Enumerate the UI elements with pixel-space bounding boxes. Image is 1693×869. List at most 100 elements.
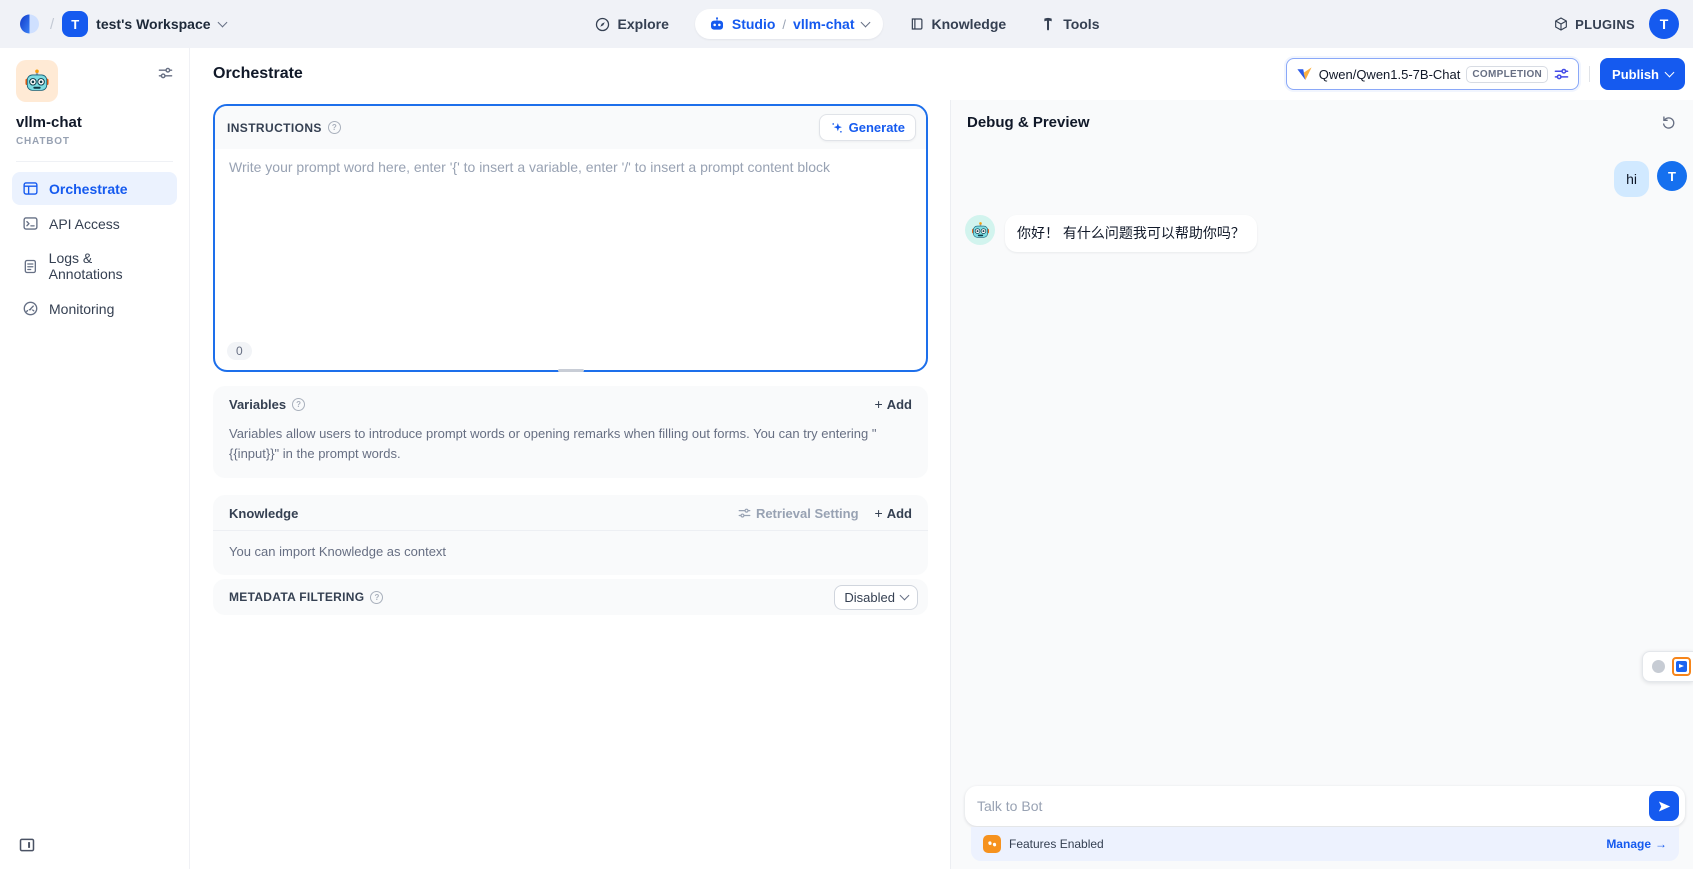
package-icon — [1553, 16, 1569, 32]
chat-message-user: hi T — [951, 161, 1687, 197]
send-button[interactable] — [1649, 791, 1679, 821]
page-title: Orchestrate — [213, 65, 303, 83]
sidebar-item-monitoring[interactable]: Monitoring — [12, 292, 177, 325]
chevron-down-icon[interactable] — [860, 18, 870, 28]
sidebar-item-label: API Access — [49, 216, 120, 232]
nav-item-knowledge[interactable]: Knowledge — [901, 10, 1015, 38]
page-header: Orchestrate Qwen/Qwen1.5-7B-Chat COMPLET… — [190, 48, 1693, 100]
browser-extension-widget[interactable] — [1642, 651, 1693, 682]
plus-icon: + — [875, 505, 883, 521]
model-mode-badge: COMPLETION — [1466, 66, 1548, 83]
orchestrate-panel: INSTRUCTIONS ? Generate — [190, 100, 950, 869]
variables-description: Variables allow users to introduce promp… — [213, 412, 928, 478]
sliders-icon — [738, 507, 751, 520]
help-icon[interactable]: ? — [292, 398, 305, 411]
app-sidebar: vllm-chat CHATBOT Orchestrate — [0, 48, 190, 869]
metadata-filtering-title: METADATA FILTERING — [229, 590, 364, 604]
sidebar-item-api-access[interactable]: API Access — [12, 207, 177, 240]
nav-item-label: Knowledge — [932, 16, 1007, 32]
sidebar-item-logs-annotations[interactable]: Logs & Annotations — [12, 242, 177, 290]
nav-item-studio[interactable]: Studio / vllm-chat — [695, 9, 883, 39]
prompt-editor[interactable] — [229, 159, 912, 342]
knowledge-description: You can import Knowledge as context — [213, 531, 928, 575]
instructions-card: INSTRUCTIONS ? Generate — [213, 104, 928, 372]
variables-header: Variables ? + Add — [213, 386, 928, 412]
collapse-sidebar-button[interactable] — [18, 836, 36, 859]
sliders-icon — [1554, 67, 1569, 82]
nav-separator: / — [50, 16, 54, 33]
bot-chat-avatar — [965, 215, 995, 245]
app-settings-button[interactable] — [158, 66, 173, 86]
nav-item-tools[interactable]: Tools — [1032, 10, 1107, 38]
plus-icon: + — [875, 396, 883, 412]
sidebar-menu: Orchestrate API Access Logs & Annotation… — [0, 172, 189, 325]
metadata-filtering-value: Disabled — [844, 590, 895, 605]
restart-conversation-button[interactable] — [1660, 114, 1677, 131]
nav-item-explore[interactable]: Explore — [586, 10, 677, 39]
workspace-avatar[interactable]: T — [62, 11, 88, 37]
model-params-button[interactable] — [1554, 67, 1569, 82]
generate-button[interactable]: Generate — [819, 114, 916, 141]
explore-icon — [594, 16, 611, 33]
dify-logo-icon[interactable] — [16, 11, 42, 37]
sidebar-item-label: Orchestrate — [49, 181, 128, 197]
help-icon[interactable]: ? — [370, 591, 383, 604]
right-column: Orchestrate Qwen/Qwen1.5-7B-Chat COMPLET… — [190, 48, 1693, 869]
sidebar-item-orchestrate[interactable]: Orchestrate — [12, 172, 177, 205]
studio-app-name: vllm-chat — [793, 16, 854, 32]
features-label: Features Enabled — [1009, 837, 1598, 851]
nav-right: PLUGINS T — [1553, 9, 1679, 39]
resize-handle[interactable] — [558, 369, 584, 372]
variables-card: Variables ? + Add Variables allow users … — [213, 386, 928, 478]
user-message-bubble: hi — [1614, 161, 1649, 197]
sparkle-icon — [830, 121, 844, 135]
chat-bottom-group: Features Enabled Manage → — [965, 786, 1685, 861]
user-avatar[interactable]: T — [1649, 9, 1679, 39]
app-page: / T test's Workspace Explore Studio — [0, 0, 1693, 869]
chat-input[interactable] — [977, 798, 1649, 814]
nav-item-label: Explore — [618, 16, 669, 32]
add-variable-button[interactable]: + Add — [875, 396, 912, 412]
metadata-filtering-row: METADATA FILTERING ? Disabled — [213, 579, 928, 615]
features-icon — [983, 835, 1001, 853]
help-icon[interactable]: ? — [328, 121, 341, 134]
robot-emoji-icon — [24, 68, 50, 94]
retrieval-setting-label: Retrieval Setting — [756, 506, 859, 521]
knowledge-card: Knowledge Retrieval Setting — [213, 495, 928, 575]
add-label: Add — [887, 397, 912, 412]
app-icon[interactable] — [16, 60, 58, 102]
hammer-icon — [1040, 16, 1056, 32]
chevron-down-icon[interactable] — [217, 18, 227, 28]
instructions-title: INSTRUCTIONS — [227, 121, 322, 135]
robot-emoji-icon — [971, 221, 990, 240]
generate-label: Generate — [849, 120, 905, 135]
extension-icon — [1672, 657, 1691, 676]
model-selector[interactable]: Qwen/Qwen1.5-7B-Chat COMPLETION — [1286, 58, 1579, 90]
sidebar-divider — [16, 161, 173, 162]
knowledge-header: Knowledge Retrieval Setting — [213, 495, 928, 531]
workspace-name[interactable]: test's Workspace — [96, 16, 210, 32]
chat-message-bot: 你好！ 有什么问题我可以帮助你吗？ — [965, 215, 1693, 251]
add-knowledge-button[interactable]: + Add — [875, 505, 912, 521]
features-bar: Features Enabled Manage → — [971, 827, 1679, 861]
retrieval-setting-button[interactable]: Retrieval Setting — [738, 506, 859, 521]
nav-item-label: Tools — [1063, 16, 1099, 32]
header-divider — [1589, 66, 1590, 82]
manage-label: Manage — [1606, 837, 1651, 851]
publish-button[interactable]: Publish — [1600, 58, 1685, 90]
instructions-footer: 0 — [215, 342, 926, 370]
sidebar-item-label: Monitoring — [49, 301, 114, 317]
manage-features-link[interactable]: Manage → — [1606, 837, 1667, 851]
plugins-button[interactable]: PLUGINS — [1553, 16, 1635, 32]
nav-left: / T test's Workspace — [16, 11, 226, 37]
app-name: vllm-chat — [16, 114, 173, 131]
app-type-badge: CHATBOT — [16, 136, 173, 147]
terminal-icon — [22, 215, 39, 232]
instructions-header: INSTRUCTIONS ? Generate — [215, 106, 926, 149]
nav-center: Explore Studio / vllm-chat Knowledge — [586, 0, 1108, 48]
metadata-filtering-toggle[interactable]: Disabled — [834, 585, 918, 610]
sidebar-item-label: Logs & Annotations — [49, 250, 167, 282]
publish-label: Publish — [1612, 67, 1659, 82]
debug-header: Debug & Preview — [951, 100, 1693, 137]
chevron-down-icon — [1665, 68, 1675, 78]
